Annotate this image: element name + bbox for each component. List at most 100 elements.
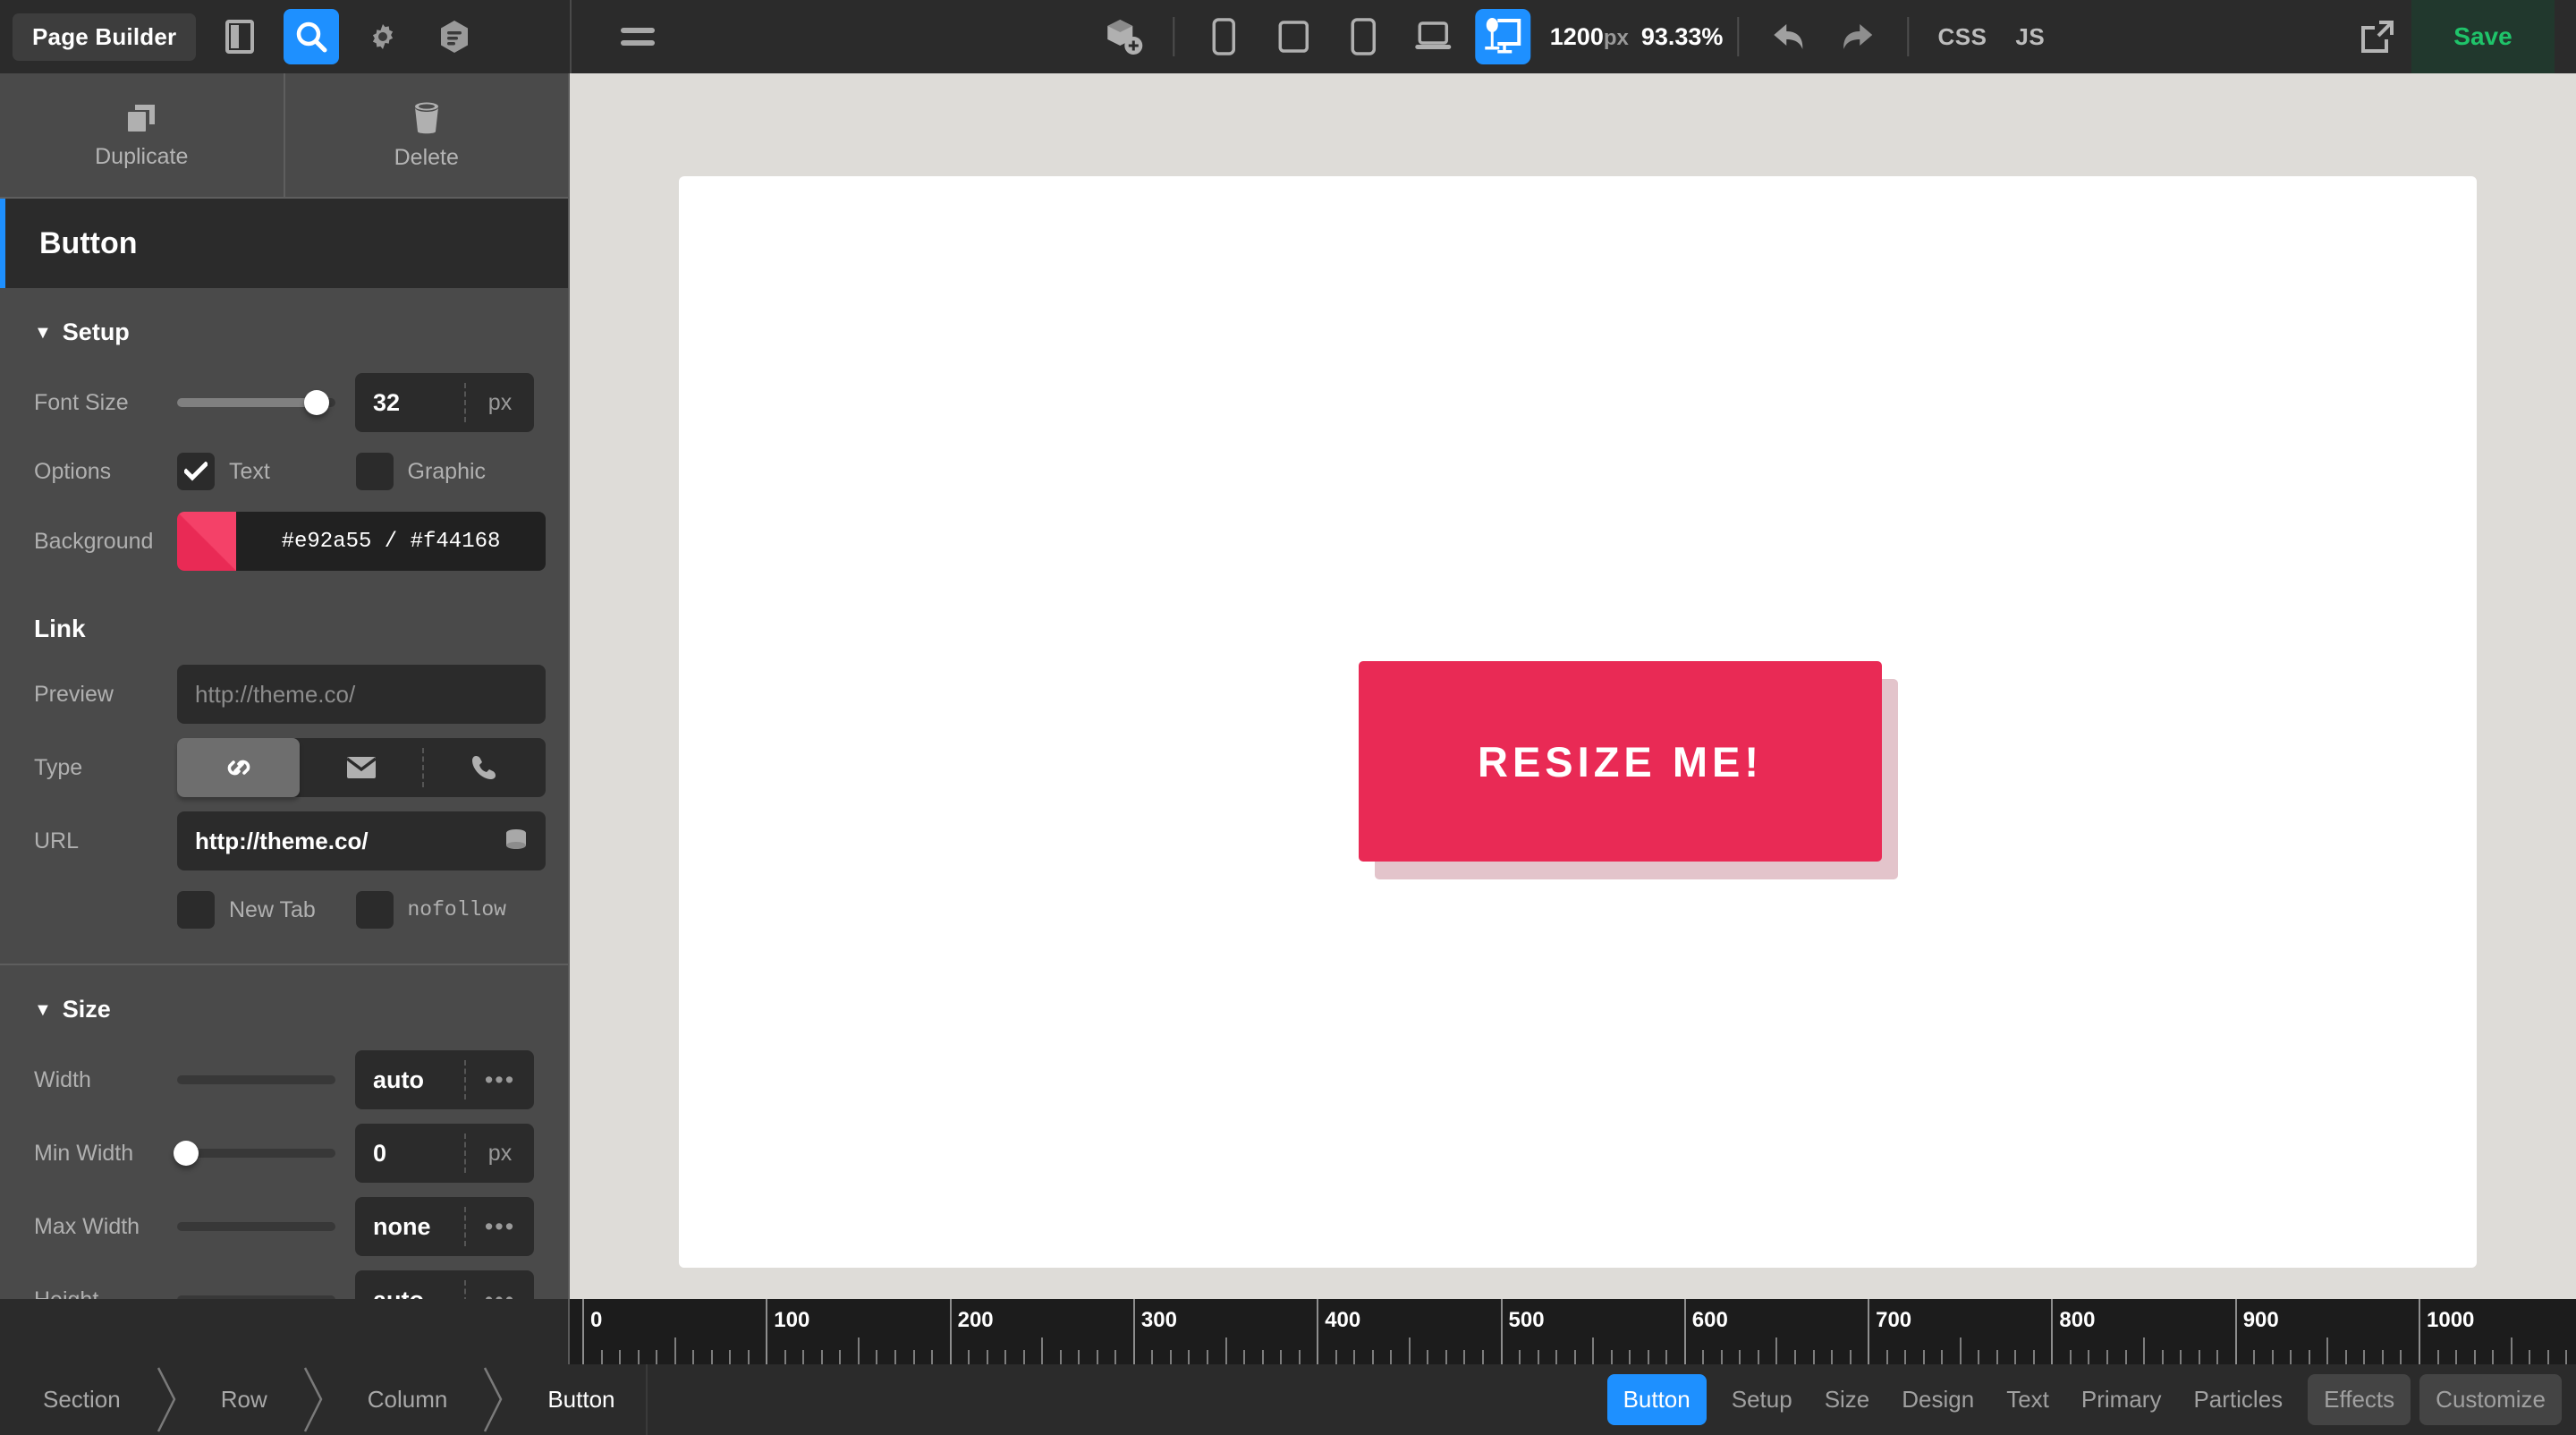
setup-section-header[interactable]: ▼ Setup bbox=[0, 288, 568, 366]
page-builder-badge[interactable]: Page Builder bbox=[13, 13, 196, 61]
tab-customize[interactable]: Customize bbox=[2419, 1374, 2562, 1425]
element-header: Button bbox=[0, 199, 568, 288]
font-size-slider[interactable] bbox=[177, 398, 335, 407]
device-phablet-icon[interactable] bbox=[1335, 9, 1391, 64]
max-width-slider[interactable] bbox=[177, 1222, 335, 1231]
option-text[interactable]: Text bbox=[177, 453, 356, 490]
url-input[interactable]: http://theme.co/ bbox=[177, 811, 546, 870]
breadcrumb-item-row[interactable]: Row bbox=[182, 1364, 298, 1435]
tab-setup[interactable]: Setup bbox=[1716, 1374, 1809, 1425]
ruler-tick-minor bbox=[1207, 1350, 1208, 1364]
ruler-tick-minor bbox=[2106, 1350, 2108, 1364]
redo-icon[interactable] bbox=[1832, 11, 1884, 63]
panel-toggle-icon[interactable] bbox=[212, 9, 267, 64]
height-label: Height bbox=[34, 1287, 177, 1300]
color-swatch[interactable] bbox=[177, 512, 236, 571]
delete-button[interactable]: Delete bbox=[284, 73, 569, 197]
breadcrumb-item-column[interactable]: Column bbox=[328, 1364, 479, 1435]
device-laptop-icon[interactable] bbox=[1405, 9, 1461, 64]
database-icon[interactable] bbox=[504, 828, 528, 853]
option-graphic[interactable]: Graphic bbox=[356, 453, 535, 490]
preview-input[interactable]: http://theme.co/ bbox=[177, 665, 546, 724]
tab-size[interactable]: Size bbox=[1809, 1374, 1886, 1425]
new-tab-option[interactable]: New Tab bbox=[177, 891, 356, 929]
link-type-url-button[interactable] bbox=[177, 738, 300, 797]
horizontal-ruler: 01002003004005006007008009001000 bbox=[0, 1299, 2576, 1364]
duplicate-button[interactable]: Duplicate bbox=[0, 73, 284, 197]
breadcrumb-item-button[interactable]: Button bbox=[508, 1364, 645, 1435]
tab-particles[interactable]: Particles bbox=[2177, 1374, 2299, 1425]
device-desktop-icon[interactable] bbox=[1475, 9, 1530, 64]
min-width-input[interactable]: 0 px bbox=[355, 1124, 534, 1183]
min-width-value[interactable]: 0 bbox=[355, 1140, 464, 1168]
text-checkbox[interactable] bbox=[177, 453, 215, 490]
min-width-unit[interactable]: px bbox=[466, 1141, 534, 1167]
url-value[interactable]: http://theme.co/ bbox=[195, 828, 504, 855]
menu-icon[interactable] bbox=[611, 28, 665, 46]
gear-icon[interactable] bbox=[355, 9, 411, 64]
ruler-tick-minor bbox=[876, 1350, 877, 1364]
tab-button[interactable]: Button bbox=[1607, 1374, 1707, 1425]
add-module-icon[interactable] bbox=[1096, 9, 1151, 64]
search-icon[interactable] bbox=[284, 9, 339, 64]
link-type-email-button[interactable] bbox=[300, 738, 422, 797]
tab-design[interactable]: Design bbox=[1885, 1374, 1990, 1425]
ruler-tick-minor bbox=[748, 1350, 750, 1364]
ruler-track[interactable]: 01002003004005006007008009001000 bbox=[570, 1299, 2576, 1364]
external-link-icon[interactable] bbox=[2343, 0, 2411, 73]
ruler-tick-minor bbox=[2400, 1350, 2402, 1364]
width-row: Width auto ••• bbox=[0, 1043, 568, 1117]
ruler-tick-minor bbox=[711, 1350, 713, 1364]
new-tab-checkbox[interactable] bbox=[177, 891, 215, 929]
zoom-level-label[interactable]: 93.33% bbox=[1641, 23, 1724, 51]
width-value[interactable]: auto bbox=[355, 1066, 464, 1094]
viewport-size-label[interactable]: 1200px bbox=[1550, 23, 1629, 51]
font-size-value[interactable]: 32 bbox=[355, 389, 464, 417]
graphic-checkbox[interactable] bbox=[356, 453, 394, 490]
ruler-tick-minor bbox=[2382, 1350, 2384, 1364]
link-options-row: New Tab nofollow bbox=[0, 878, 568, 942]
height-options-button[interactable]: ••• bbox=[466, 1286, 534, 1300]
nofollow-option[interactable]: nofollow bbox=[356, 891, 535, 929]
tab-text[interactable]: Text bbox=[1990, 1374, 2065, 1425]
height-value[interactable]: auto bbox=[355, 1286, 464, 1300]
page-preview[interactable]: RESIZE ME! bbox=[679, 176, 2477, 1268]
device-mobile-portrait-icon[interactable] bbox=[1196, 9, 1251, 64]
undo-icon[interactable] bbox=[1762, 11, 1814, 63]
breadcrumb-item-section[interactable]: Section bbox=[0, 1364, 151, 1435]
device-tablet-icon[interactable] bbox=[1266, 9, 1321, 64]
max-width-options-button[interactable]: ••• bbox=[466, 1213, 534, 1241]
max-width-input[interactable]: none ••• bbox=[355, 1197, 534, 1256]
max-width-value[interactable]: none bbox=[355, 1213, 464, 1241]
width-options-button[interactable]: ••• bbox=[466, 1066, 534, 1094]
font-size-input[interactable]: 32 px bbox=[355, 373, 534, 432]
font-size-unit[interactable]: px bbox=[466, 390, 534, 416]
ruler-tick-minor bbox=[1813, 1350, 1815, 1364]
canvas-area[interactable]: RESIZE ME! bbox=[570, 73, 2576, 1299]
ruler-tick-minor bbox=[1831, 1350, 1833, 1364]
slider-track bbox=[177, 1222, 335, 1231]
layers-icon[interactable] bbox=[427, 9, 482, 64]
size-section-header[interactable]: ▼ Size bbox=[0, 965, 568, 1043]
save-button[interactable]: Save bbox=[2411, 0, 2555, 73]
width-input[interactable]: auto ••• bbox=[355, 1050, 534, 1109]
nofollow-checkbox[interactable] bbox=[356, 891, 394, 929]
ruler-tick-minor bbox=[913, 1350, 915, 1364]
slider-thumb[interactable] bbox=[174, 1141, 199, 1166]
tab-effects[interactable]: Effects bbox=[2308, 1374, 2411, 1425]
tab-primary[interactable]: Primary bbox=[2065, 1374, 2178, 1425]
ruler-tick-minor bbox=[601, 1350, 603, 1364]
width-slider[interactable] bbox=[177, 1075, 335, 1084]
settings-panel[interactable]: ▼ Setup Font Size 32 px bbox=[0, 288, 568, 1299]
slider-thumb[interactable] bbox=[304, 390, 329, 415]
height-input[interactable]: auto ••• bbox=[355, 1270, 534, 1299]
code-divider bbox=[1907, 17, 1909, 56]
min-width-slider[interactable] bbox=[177, 1149, 335, 1158]
background-color-field[interactable]: #e92a55 / #f44168 bbox=[177, 512, 546, 571]
link-type-phone-button[interactable] bbox=[423, 738, 546, 797]
js-button[interactable]: JS bbox=[2015, 23, 2045, 51]
css-button[interactable]: CSS bbox=[1937, 23, 1987, 51]
preview-row: Preview http://theme.co/ bbox=[0, 658, 568, 731]
canvas-button-element[interactable]: RESIZE ME! bbox=[1359, 661, 1882, 862]
ruler-tick-minor bbox=[1794, 1350, 1796, 1364]
